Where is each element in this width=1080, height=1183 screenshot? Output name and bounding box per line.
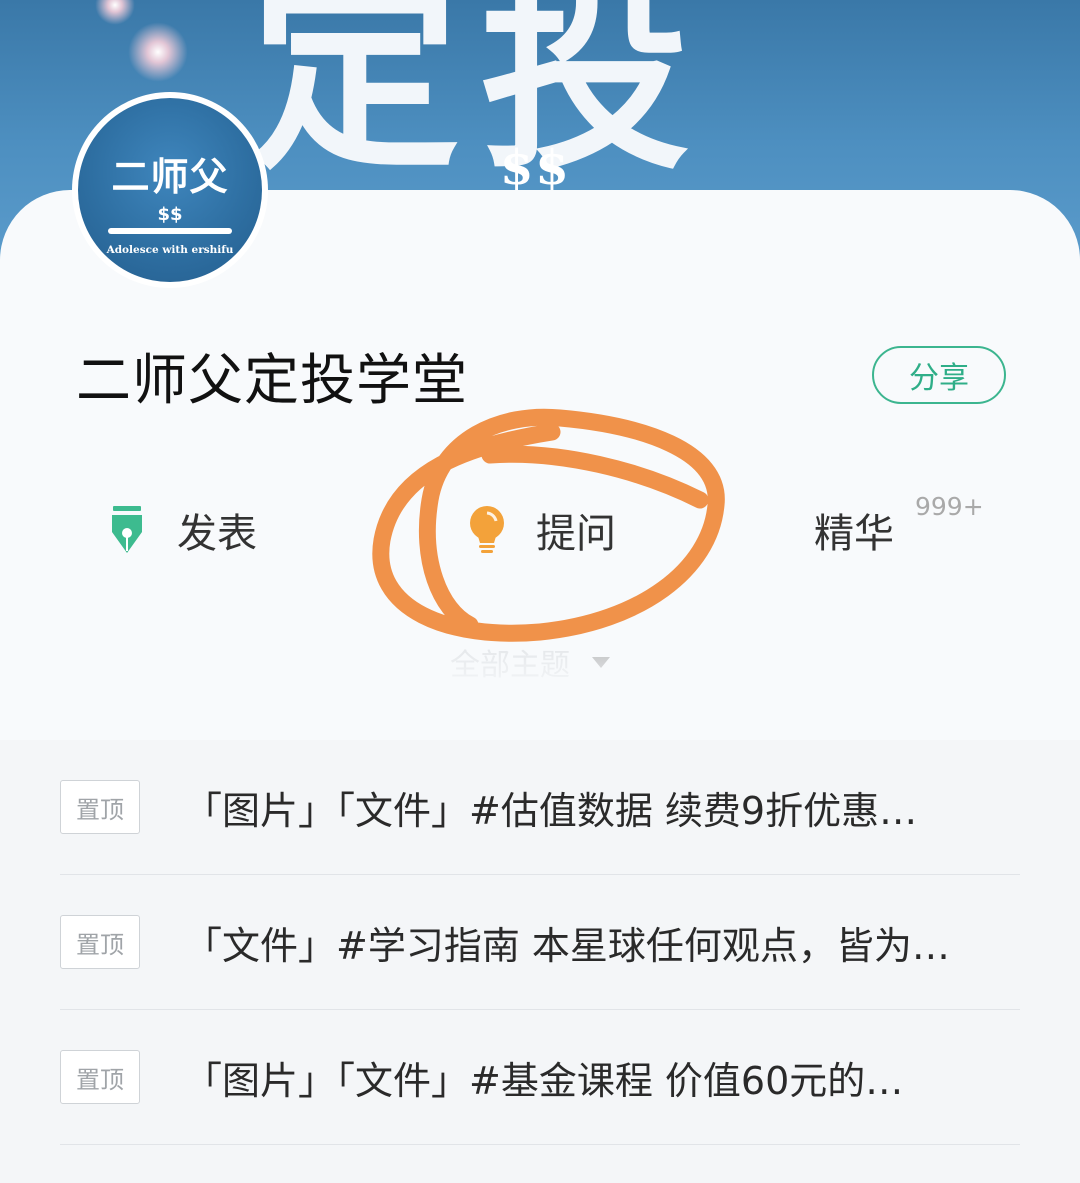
avatar-title: 二师父 — [111, 154, 229, 199]
avatar-dollars: $$ — [157, 204, 183, 225]
topic-feed: 置顶 「图片」「文件」#估值数据 续费9折优惠… 置顶 「文件」#学习指南 本星… — [0, 740, 1080, 1183]
featured-label: 精华 — [814, 511, 894, 557]
topic-filter-dropdown[interactable]: 全部主题 — [450, 640, 610, 684]
avatar-image: 二师父 $$ Adolesce with ershifu — [78, 98, 262, 282]
pinned-topic-row[interactable]: 置顶 「文件」#学习指南 本星球任何观点，皆为… — [60, 875, 1020, 1010]
featured-count-badge: 999+ — [915, 492, 984, 521]
sparkle-icon — [95, 0, 135, 25]
topic-title: 「文件」#学习指南 本星球任何观点，皆为… — [184, 923, 950, 968]
filter-label: 全部主题 — [450, 648, 570, 683]
sparkle-icon — [128, 22, 188, 82]
banner-dollars: $$ — [500, 140, 571, 196]
post-button[interactable]: 发表 — [107, 495, 257, 565]
topic-title: 「图片」「文件」#基金课程 价值60元的… — [184, 1058, 904, 1103]
ask-button[interactable]: 提问 — [468, 495, 616, 565]
lightbulb-icon — [468, 505, 506, 555]
ask-label: 提问 — [536, 511, 616, 557]
pinned-badge: 置顶 — [60, 1050, 140, 1104]
book-icon — [108, 228, 232, 234]
pen-nib-icon — [107, 506, 147, 554]
pinned-topic-row[interactable]: 置顶 「图片」「文件」#估值数据 续费9折优惠… — [60, 740, 1020, 875]
banner-text: 定投 — [250, 0, 711, 198]
pinned-badge: 置顶 — [60, 780, 140, 834]
featured-button[interactable]: 精华 — [814, 495, 894, 565]
dropdown-arrow-icon — [592, 656, 610, 668]
pinned-topic-row[interactable]: 置顶 「图片」「文件」#基金课程 价值60元的… — [60, 1010, 1020, 1145]
group-title: 二师父定投学堂 — [76, 348, 469, 412]
topic-title: 「图片」「文件」#估值数据 续费9折优惠… — [184, 788, 918, 833]
group-avatar[interactable]: 二师父 $$ Adolesce with ershifu — [72, 92, 268, 288]
share-button[interactable]: 分享 — [872, 346, 1006, 404]
avatar-caption: Adolesce with ershifu — [106, 244, 234, 256]
pinned-badge: 置顶 — [60, 915, 140, 969]
post-label: 发表 — [177, 511, 257, 557]
